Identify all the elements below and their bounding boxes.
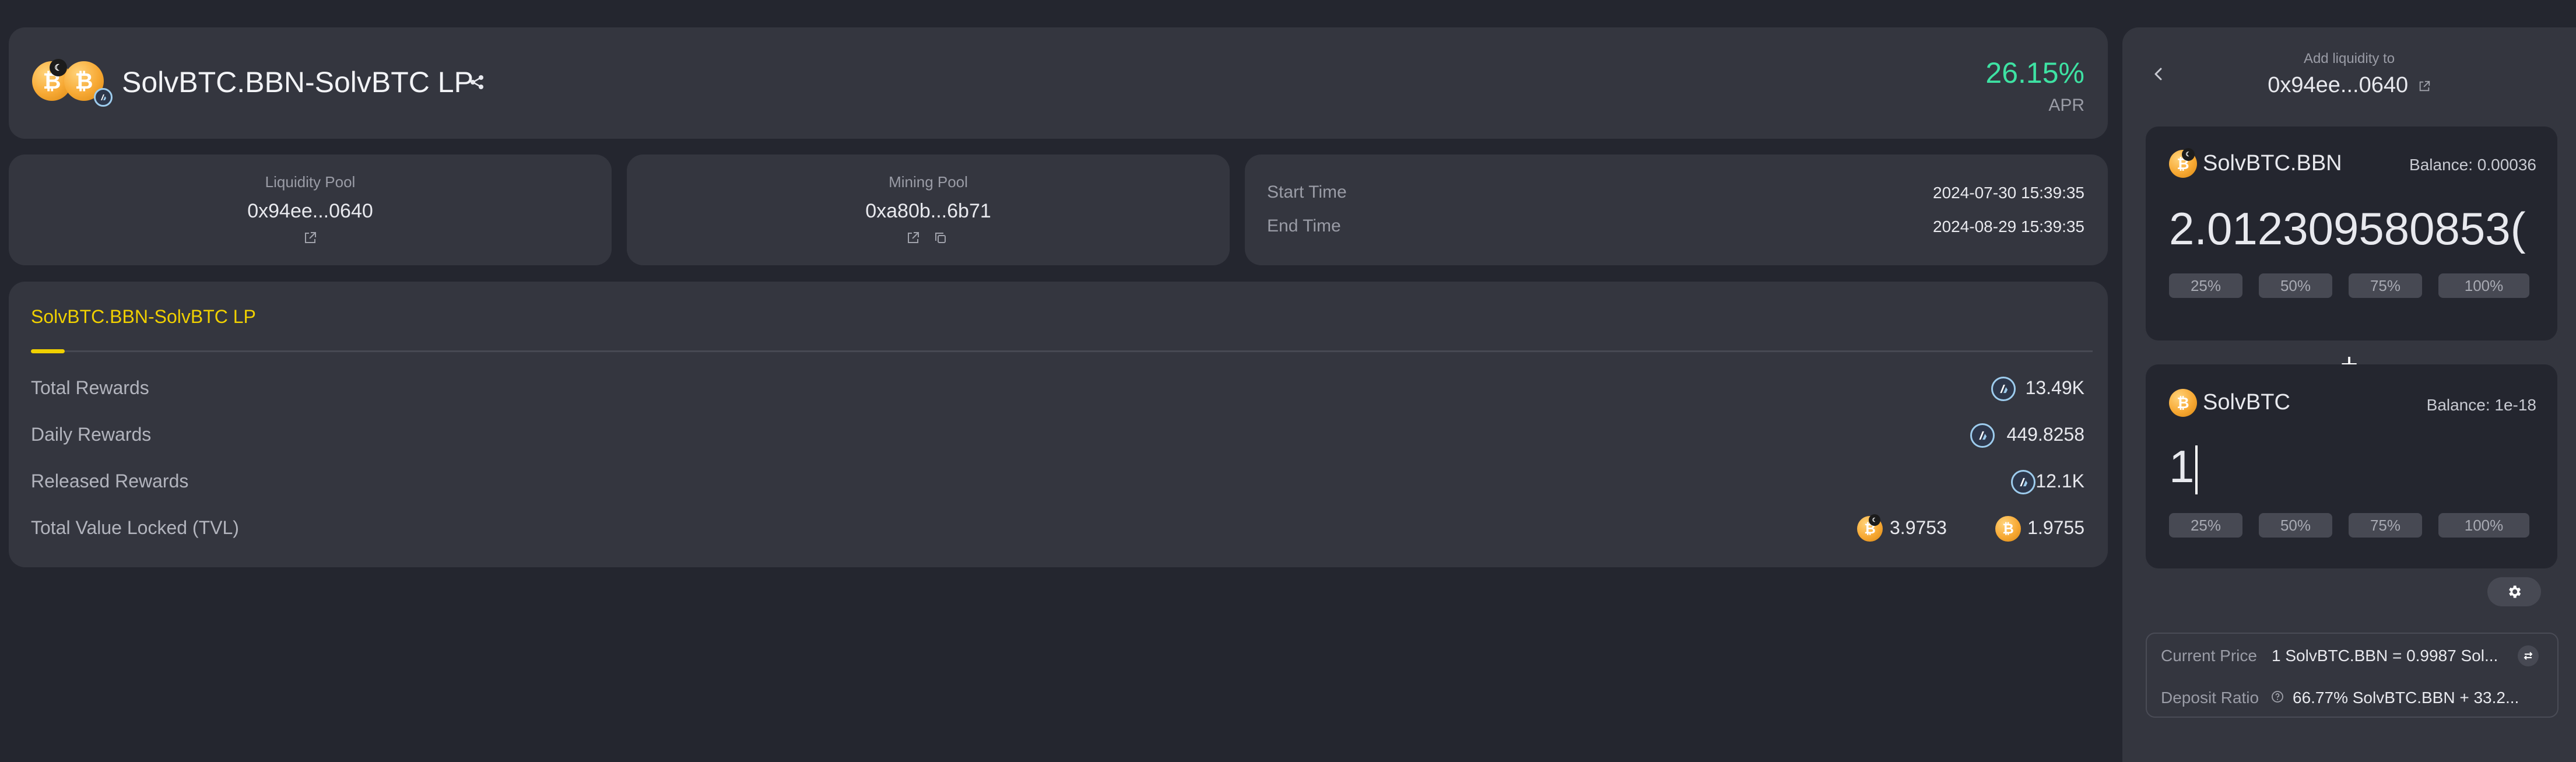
apr-label: APR [2048, 96, 2084, 115]
start-time-label: Start Time [1267, 182, 1347, 202]
price-info-box: Current Price 1 SolvBTC.BBN = 0.9987 Sol… [2146, 633, 2559, 718]
tab-pool-lp[interactable]: SolvBTC.BBN-SolvBTC LP [31, 306, 256, 328]
add-liquidity-title: Add liquidity to [2303, 51, 2395, 66]
end-time-label: End Time [1267, 216, 1341, 236]
settings-gear-button[interactable] [2487, 577, 2541, 606]
total-rewards-label: Total Rewards [31, 377, 149, 398]
total-rewards-value: 13.49K [2025, 377, 2084, 398]
liquidity-pool-card: Liquidity Pool 0x94ee...0640 [9, 154, 612, 265]
deposit-ratio-label: Deposit Ratio [2161, 689, 2259, 707]
token2-pct-100-button[interactable]: 100% [2438, 513, 2529, 538]
token1-balance: Balance: 0.00036 [2409, 156, 2536, 174]
end-time-value: 2024-08-29 15:39:35 [1933, 217, 2084, 236]
rewards-card: SolvBTC.BBN-SolvBTC LP Total Rewards 13.… [9, 282, 2108, 567]
mining-pool-label: Mining Pool [889, 173, 968, 191]
token1-amount-input[interactable]: 2.012309580853( [2169, 196, 2536, 261]
token1-pct-75-button[interactable]: 75% [2349, 273, 2422, 298]
copy-icon[interactable] [931, 228, 950, 248]
token1-pct-100-button[interactable]: 100% [2438, 273, 2529, 298]
apr-value: 26.15% [1985, 57, 2084, 89]
token2-input-box: ₿ SolvBTC Balance: 1e-18 1 25% 50% 75% 1… [2146, 364, 2557, 568]
share-icon[interactable] [466, 72, 487, 93]
mining-pool-address: 0xa80b...6b71 [865, 200, 991, 222]
text-cursor [2195, 445, 2198, 495]
token2-pct-75-button[interactable]: 75% [2349, 513, 2422, 538]
external-link-icon[interactable] [903, 228, 923, 248]
add-liquidity-panel: Add liquidity to 0x94ee...0640 ₿ ☾ SolvB… [2122, 27, 2576, 762]
token1-pct-50-button[interactable]: 50% [2259, 273, 2332, 298]
mining-pool-card: Mining Pool 0xa80b...6b71 [627, 154, 1230, 265]
daily-rewards-value: 449.8258 [2006, 424, 2084, 445]
time-card: Start Time 2024-07-30 15:39:35 End Time … [1245, 154, 2108, 265]
gear-icon [2509, 585, 2521, 598]
token1-input-box: ₿ ☾ SolvBTC.BBN Balance: 0.00036 2.01230… [2146, 127, 2557, 340]
released-rewards-value: 12.1K [2035, 470, 2084, 491]
solvbtc-bbn-coin-icon: ₿ ☾ [2169, 148, 2197, 178]
liquidity-pool-label: Liquidity Pool [265, 173, 356, 191]
liquidity-pool-address: 0x94ee...0640 [247, 200, 373, 222]
token2-pct-25-button[interactable]: 25% [2169, 513, 2242, 538]
token2-pct-50-button[interactable]: 50% [2259, 513, 2332, 538]
solvbtc-coin-icon: ₿ [1995, 516, 2021, 542]
current-price-label: Current Price [2161, 647, 2257, 665]
arbitrum-chain-icon [94, 88, 113, 107]
pool-address-row: 0x94ee...0640 [2122, 73, 2576, 98]
token2-amount-input[interactable]: 1 [2169, 434, 2536, 498]
token2-amount-value: 1 [2169, 441, 2195, 492]
released-rewards-label: Released Rewards [31, 470, 189, 491]
tvl-label: Total Value Locked (TVL) [31, 517, 239, 538]
tab-underline [31, 350, 2093, 352]
arbitrum-token-icon [2011, 470, 2035, 494]
start-time-value: 2024-07-30 15:39:35 [1933, 184, 2084, 202]
daily-rewards-label: Daily Rewards [31, 424, 152, 445]
tvl-value-solvbtc-bbn: 3.9753 [1890, 517, 1947, 538]
pool-address: 0x94ee...0640 [2268, 73, 2409, 97]
solvbtc-coin-icon: ₿ [2169, 389, 2197, 417]
arbitrum-token-icon [1970, 423, 1995, 448]
external-link-icon[interactable] [2418, 80, 2431, 93]
swap-direction-icon[interactable] [2518, 645, 2539, 666]
external-link-icon[interactable] [300, 228, 320, 248]
token2-name: SolvBTC [2203, 390, 2290, 415]
pool-title: SolvBTC.BBN-SolvBTC LP [122, 66, 473, 99]
token1-pct-25-button[interactable]: 25% [2169, 273, 2242, 298]
token1-name: SolvBTC.BBN [2203, 151, 2342, 175]
tab-active-indicator [31, 349, 65, 353]
pool-header-card: ₿ ☾ ₿ SolvBTC.BBN-SolvBTC LP 26.15% APR [9, 27, 2108, 139]
solvbtc-bbn-coin-icon: ₿ ☾ [1857, 514, 1883, 542]
token2-balance: Balance: 1e-18 [2426, 396, 2536, 414]
deposit-ratio-value: 66.77% SolvBTC.BBN + 33.2... [2293, 689, 2519, 707]
current-price-value: 1 SolvBTC.BBN = 0.9987 Sol... [2272, 647, 2498, 665]
arbitrum-token-icon [1991, 377, 2016, 401]
tvl-value-solvbtc: 1.9755 [2027, 517, 2084, 538]
help-circle-icon[interactable] [2269, 689, 2286, 705]
